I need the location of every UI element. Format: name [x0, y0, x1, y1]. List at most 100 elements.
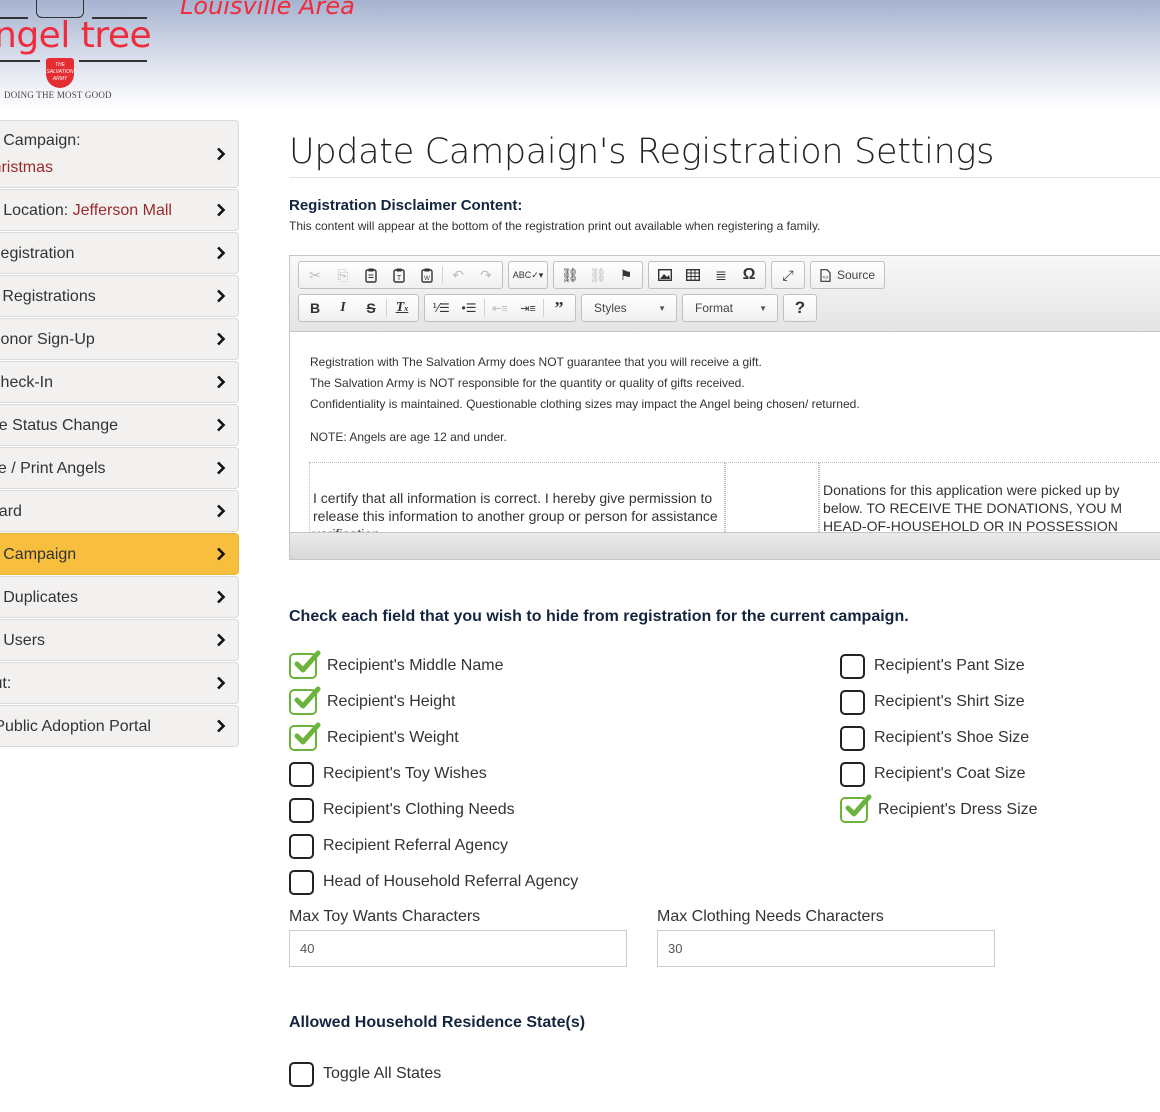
sidebar-item[interactable]: eve / Print Angels [0, 447, 239, 489]
spellcheck-icon[interactable]: ABC✓▾ [511, 263, 545, 287]
paste-text-icon[interactable]: T [385, 263, 413, 287]
hide-fields-right-column: Recipient's Pant Size Recipient's Shirt S… [840, 648, 1038, 828]
anchor-flag-icon[interactable]: ⚑ [612, 263, 640, 287]
source-button[interactable]: <> Source [813, 268, 882, 282]
sidebar-item-label: o Public Adoption Portal [0, 713, 151, 740]
horizontal-line-icon[interactable]: ≣ [707, 263, 735, 287]
sidebar-item[interactable]: ch Registrations [0, 275, 239, 317]
indent-icon[interactable]: ⇥≡ [514, 296, 542, 320]
remove-format-icon[interactable]: Tx [388, 296, 416, 320]
format-dropdown[interactable]: Format ▼ [682, 294, 778, 322]
image-icon[interactable] [651, 263, 679, 287]
special-char-omega-icon[interactable]: Ω [735, 263, 763, 287]
toggle-all-states-checkbox[interactable]: Toggle All States [289, 1056, 1160, 1092]
main-content: Update Campaign's Registration Settings … [289, 120, 1160, 1092]
table-icon[interactable] [679, 263, 707, 287]
max-clothing-input[interactable] [657, 930, 995, 967]
numbered-list-icon[interactable]: ⅟☰ [427, 296, 455, 320]
redo-icon[interactable]: ↷ [472, 263, 500, 287]
editor-toolbar: ✂ ⎘ T W ↶ ↷ ABC✓▾ ⛓ ⛓ ⚑ ≣ Ω ⤢ <> Source … [290, 256, 1160, 332]
hide-field-checkbox[interactable]: Recipient's Weight [289, 720, 578, 756]
maximize-icon[interactable]: ⤢ [774, 263, 802, 287]
chevron-right-icon [212, 330, 230, 348]
title-divider [289, 177, 1160, 178]
link-icon[interactable]: ⛓ [556, 263, 584, 287]
hide-field-checkbox[interactable]: Recipient's Clothing Needs [289, 792, 578, 828]
outdent-icon[interactable]: ⇤≡ [486, 296, 514, 320]
sidebar-item-label: ge Campaign: Christmas [0, 127, 81, 181]
sidebar-item[interactable]: board [0, 490, 239, 532]
hide-field-checkbox[interactable]: Recipient Referral Agency [289, 828, 578, 864]
hide-field-checkbox[interactable]: Recipient's Height [289, 684, 578, 720]
blockquote-icon[interactable]: ” [545, 296, 573, 320]
sidebar-item[interactable]: l Donor Sign-Up [0, 318, 239, 360]
sidebar-item-label: Out: [0, 670, 11, 697]
sidebar-item-text: l Registration [0, 244, 75, 262]
styles-label: Styles [594, 301, 627, 315]
unlink-icon[interactable]: ⛓ [584, 263, 612, 287]
hide-field-label: Recipient's Shoe Size [874, 729, 1030, 746]
hide-field-checkbox[interactable]: Recipient's Shirt Size [840, 684, 1038, 720]
paste-icon[interactable] [357, 263, 385, 287]
character-limits: Max Toy Wants Characters Max Clothing Ne… [289, 908, 1160, 967]
sidebar-item[interactable]: ode Status Change [0, 404, 239, 446]
sidebar-item[interactable]: ge Duplicates [0, 576, 239, 618]
sidebar-item-text: ge Campaign [0, 545, 77, 563]
angel-tree-logo[interactable]: ngel tree THE SALVATION ARMY DOING THE M… [0, 0, 160, 108]
certification-cell: I certify that all information is correc… [309, 463, 726, 532]
hide-field-label: Head of Household Referral Agency [323, 873, 579, 890]
disclaimer-line: Confidentiality is maintained. Questiona… [310, 397, 860, 411]
logo-text: ngel tree [0, 15, 152, 56]
max-toy-input[interactable] [289, 930, 627, 967]
svg-text:W: W [424, 276, 430, 282]
help-button[interactable]: ? [786, 296, 814, 320]
sidebar-item-text: ge Users [0, 631, 46, 649]
checkbox-empty-icon [289, 797, 314, 823]
hide-field-checkbox[interactable]: Recipient's Middle Name [289, 648, 578, 684]
source-label: Source [837, 268, 876, 282]
bulleted-list-icon[interactable]: •☰ [455, 296, 483, 320]
hide-field-checkbox[interactable]: Recipient's Shoe Size [840, 720, 1038, 756]
paste-word-icon[interactable]: W [413, 263, 441, 287]
chevron-right-icon [212, 588, 230, 606]
checkbox-checked-icon [840, 794, 872, 823]
checkbox-empty-icon [289, 833, 314, 859]
bold-icon[interactable]: B [301, 296, 329, 320]
editor-content-area[interactable]: Registration with The Salvation Army doe… [290, 332, 1160, 532]
cut-icon[interactable]: ✂ [301, 263, 329, 287]
sidebar-item[interactable]: Out: [0, 662, 239, 704]
sidebar-item[interactable]: ge Users [0, 619, 239, 661]
sidebar-item-label: ge Location: Jefferson Mall [0, 197, 172, 224]
hide-field-label: Recipient Referral Agency [323, 837, 508, 854]
sidebar-item-label: l Registration [0, 240, 74, 267]
editor-resize-bar [290, 532, 1160, 559]
hide-field-checkbox[interactable]: Recipient's Pant Size [840, 648, 1038, 684]
basic-styles-group: B I S Tx [298, 294, 419, 322]
max-toy-field-group: Max Toy Wants Characters [289, 908, 627, 967]
max-clothing-field-group: Max Clothing Needs Characters [657, 908, 995, 967]
checkbox-checked-icon [289, 722, 321, 751]
hide-field-checkbox[interactable]: Head of Household Referral Agency [289, 864, 578, 900]
sidebar-item[interactable]: o Public Adoption Portal [0, 705, 239, 747]
italic-icon[interactable]: I [329, 296, 357, 320]
caret-down-icon: ▼ [759, 303, 767, 313]
sidebar-item[interactable]: ge Location: Jefferson Mall [0, 189, 239, 231]
sidebar-item[interactable]: l Registration [0, 232, 239, 274]
undo-icon[interactable]: ↶ [444, 263, 472, 287]
hide-field-checkbox[interactable]: Recipient's Toy Wishes [289, 756, 578, 792]
sidebar-item-text: eve / Print Angels [0, 459, 106, 477]
strikethrough-icon[interactable]: S [357, 296, 385, 320]
toggle-all-states-label: Toggle All States [323, 1065, 442, 1082]
toolbar-separator [386, 299, 387, 317]
sidebar-item-label: ode Status Change [0, 412, 118, 439]
hide-field-checkbox[interactable]: Recipient's Coat Size [840, 756, 1038, 792]
sidebar-item[interactable]: ge Campaign: Christmas [0, 120, 239, 188]
sidebar-item[interactable]: l Check-In [0, 361, 239, 403]
caret-down-icon: ▼ [658, 303, 666, 313]
copy-icon[interactable]: ⎘ [329, 263, 357, 287]
hide-field-checkbox[interactable]: Recipient's Dress Size [840, 792, 1038, 828]
styles-dropdown[interactable]: Styles ▼ [581, 294, 677, 322]
empty-cell [725, 463, 820, 532]
hide-field-label: Recipient's Shirt Size [874, 693, 1025, 710]
sidebar-item[interactable]: ge Campaign [0, 533, 239, 575]
